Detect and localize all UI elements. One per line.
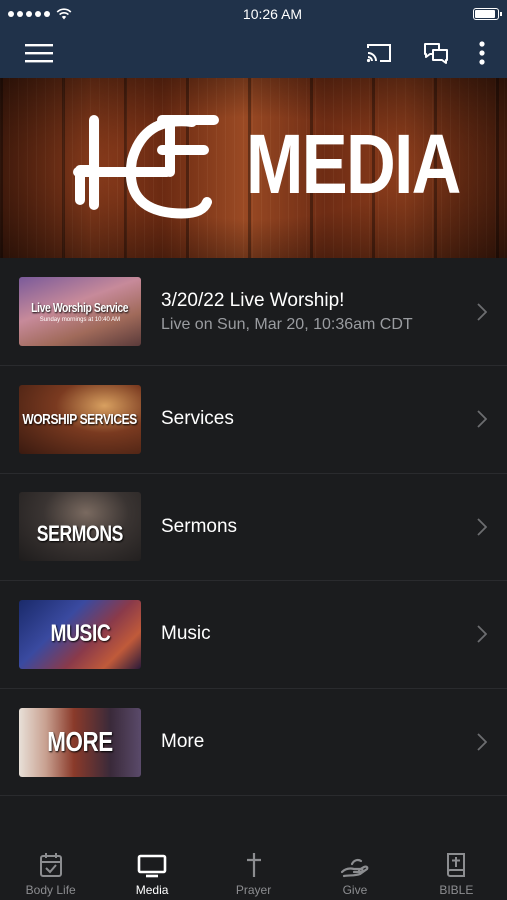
thumbnail-title: MUSIC	[50, 620, 110, 648]
chevron-right-icon	[477, 518, 487, 536]
tab-media[interactable]: Media	[101, 840, 202, 900]
media-banner: MEDIA	[0, 78, 507, 258]
thumbnail-title: WORSHIP SERVICES	[22, 410, 138, 428]
more-thumbnail: MORE	[19, 707, 141, 777]
chat-icon[interactable]	[423, 42, 449, 64]
bottom-tab-bar: Body Life Media Prayer Give BIBLE	[0, 840, 507, 900]
thumbnail-title: MORE	[47, 726, 113, 758]
status-left	[8, 8, 72, 20]
row-title: Sermons	[161, 515, 238, 537]
media-list: Live Worship Service Sunday mornings at …	[0, 258, 507, 797]
top-toolbar	[0, 28, 507, 78]
list-item-sermons[interactable]: SERMONS Sermons	[0, 474, 507, 582]
row-title: Music	[161, 623, 211, 645]
row-subtitle: Live on Sun, Mar 20, 10:36am CDT	[161, 315, 413, 333]
tab-label: BIBLE	[439, 883, 474, 897]
more-vertical-icon[interactable]	[479, 41, 485, 65]
tab-label: Give	[342, 883, 368, 897]
row-title: More	[161, 731, 205, 753]
tv-icon	[137, 854, 167, 878]
tab-label: Prayer	[235, 883, 272, 897]
banner-title: MEDIA	[246, 117, 461, 211]
status-time: 10:26 AM	[242, 6, 303, 22]
list-item-music[interactable]: MUSIC Music	[0, 581, 507, 689]
wifi-icon	[56, 8, 72, 20]
chevron-right-icon	[477, 302, 487, 321]
row-title: 3/20/22 Live Worship!	[161, 289, 345, 311]
services-thumbnail: WORSHIP SERVICES	[19, 384, 141, 454]
thumbnail-subtitle: Sunday mornings at 10:40 AM	[39, 317, 121, 323]
tab-label: Media	[135, 883, 169, 897]
thumbnail-title: SERMONS	[36, 520, 124, 546]
thumbnail-title: Live Worship Service	[31, 300, 129, 315]
music-thumbnail: MUSIC	[19, 599, 141, 669]
bible-icon	[447, 853, 466, 877]
giving-hand-icon	[340, 858, 369, 878]
chevron-right-icon	[477, 410, 487, 428]
cross-icon	[246, 853, 261, 877]
list-item-services[interactable]: WORSHIP SERVICES Services	[0, 366, 507, 474]
sermons-thumbnail: SERMONS	[19, 492, 141, 562]
battery-icon	[473, 8, 502, 20]
row-text: More	[161, 731, 204, 753]
list-item-live-worship[interactable]: Live Worship Service Sunday mornings at …	[0, 258, 507, 366]
tab-bible[interactable]: BIBLE	[406, 840, 507, 900]
live-worship-thumbnail: Live Worship Service Sunday mornings at …	[19, 277, 141, 346]
tab-label: Body Life	[25, 883, 76, 897]
row-text: Music	[161, 623, 211, 645]
hamburger-menu-icon[interactable]	[25, 43, 53, 63]
hcf-logo-icon	[73, 115, 219, 219]
row-text: 3/20/22 Live Worship! Live on Sun, Mar 2…	[161, 290, 413, 334]
calendar-check-icon	[39, 853, 62, 877]
cast-icon[interactable]	[365, 42, 393, 64]
chevron-right-icon	[477, 625, 487, 644]
row-text: Services	[161, 408, 234, 430]
list-item-more[interactable]: MORE More	[0, 689, 507, 797]
tab-body-life[interactable]: Body Life	[0, 840, 101, 900]
row-text: Sermons	[161, 516, 237, 538]
status-bar: 10:26 AM	[0, 0, 507, 28]
toolbar-actions	[365, 41, 485, 65]
row-title: Services	[161, 408, 234, 430]
tab-prayer[interactable]: Prayer	[203, 840, 304, 900]
chevron-right-icon	[477, 733, 487, 751]
tab-give[interactable]: Give	[304, 840, 405, 900]
signal-strength-icon	[8, 11, 50, 17]
